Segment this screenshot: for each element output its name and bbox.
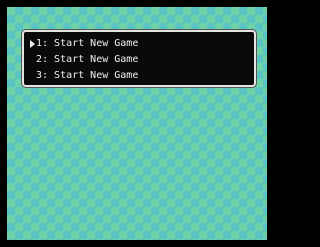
menu-item-slot-2[interactable]: 2: Start New Game: [24, 52, 138, 68]
menu-item-slot-3[interactable]: 3: Start New Game: [24, 68, 138, 84]
menu-item-slot-1[interactable]: 1: Start New Game: [24, 36, 138, 52]
menu-item-label: 1: Start New Game: [36, 38, 139, 49]
selection-cursor-icon: [30, 40, 35, 48]
menu-list: 1: Start New Game 2: Start New Game 3: S…: [24, 36, 138, 84]
menu-item-label: 3: Start New Game: [36, 70, 139, 81]
menu-item-label: 2: Start New Game: [36, 54, 139, 65]
screen-frame: 1: Start New Game 2: Start New Game 3: S…: [0, 0, 274, 247]
save-slot-menu: 1: Start New Game 2: Start New Game 3: S…: [22, 30, 256, 87]
